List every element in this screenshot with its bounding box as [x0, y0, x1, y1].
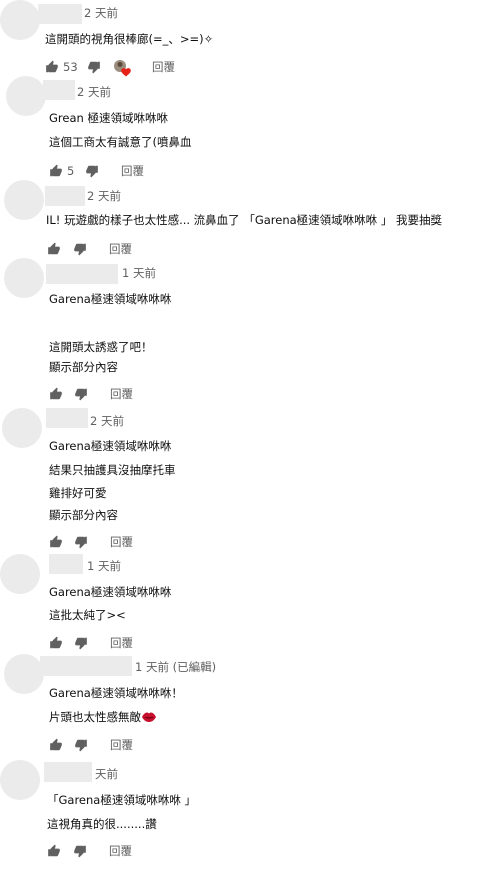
avatar[interactable]: [6, 76, 46, 116]
comment-text: 這開頭太誘惑了吧！: [49, 340, 153, 354]
comment-text: 這開頭的視角很棒廊(=_、>=)✧: [45, 32, 214, 46]
comment-time[interactable]: 2 天前: [77, 84, 111, 100]
comment-text: 結果只抽護具沒抽摩托車: [49, 463, 176, 477]
avatar[interactable]: [0, 0, 40, 40]
thumb-up-icon[interactable]: [45, 60, 59, 74]
comment-text: Garena極速領域咻咻咻！: [49, 686, 183, 700]
comment-actions: 回覆: [47, 842, 247, 862]
thumb-up-icon[interactable]: [47, 844, 61, 858]
comment-actions: 回覆: [49, 385, 249, 405]
thumb-down-icon[interactable]: [74, 636, 88, 650]
comment-time[interactable]: 天前: [95, 766, 118, 782]
thumb-up-icon[interactable]: [49, 164, 63, 178]
comment-text: 這個工商太有誠意了(噴鼻血: [49, 135, 192, 149]
reply-button[interactable]: 回覆: [110, 635, 133, 651]
comment-actions: 回覆: [47, 240, 247, 260]
reply-button[interactable]: 回覆: [109, 241, 132, 257]
thumb-up-icon[interactable]: [49, 387, 63, 401]
comment-actions: 53 回覆: [45, 58, 245, 78]
comment-thread: 2 天前 Grean 極速領域咻咻咻 這個工商太有誠意了(噴鼻血 5 回覆: [0, 76, 478, 180]
thumb-down-icon[interactable]: [74, 535, 88, 549]
comment-thread: 1 天前 Garena極速領域咻咻咻 這批太純了>< 回覆: [0, 554, 478, 654]
comment-actions: 回覆: [49, 533, 249, 553]
comment-text: 片頭也太性感無敵: [49, 709, 157, 725]
thumb-down-icon[interactable]: [73, 844, 87, 858]
avatar[interactable]: [0, 760, 40, 800]
author-name[interactable]: [46, 408, 88, 428]
comment-thread: 1 天前 Garena極速領域咻咻咻 這開頭太誘惑了吧！ 顯示部分內容 回覆: [0, 258, 478, 408]
thumb-down-icon[interactable]: [73, 242, 87, 256]
reply-button[interactable]: 回覆: [152, 59, 175, 75]
comment-thread: 天前 「Garena極速領域咻咻咻 」 這視角真的很........讚 回覆: [0, 760, 478, 874]
comment-text: 「Garena極速領域咻咻咻 」: [47, 793, 196, 807]
comment-text: Grean 極速領域咻咻咻: [49, 111, 168, 125]
thumb-up-icon[interactable]: [47, 242, 61, 256]
comment-actions: 5 回覆: [49, 162, 249, 182]
author-name[interactable]: [44, 762, 92, 782]
comment-time[interactable]: 2 天前: [87, 188, 121, 204]
reply-button[interactable]: 回覆: [121, 163, 144, 179]
author-name[interactable]: [40, 656, 132, 676]
comment-time[interactable]: 1 天前 (已編輯): [135, 659, 216, 675]
comment-text: Garena極速領域咻咻咻: [49, 292, 172, 306]
comment-text-segment: 片頭也太性感無敵: [49, 710, 141, 724]
comment-time[interactable]: 2 天前: [84, 5, 118, 21]
avatar[interactable]: [4, 180, 44, 220]
comment-time[interactable]: 2 天前: [90, 413, 124, 429]
avatar[interactable]: [4, 654, 44, 694]
author-name[interactable]: [38, 4, 82, 24]
show-more-link[interactable]: 顯示部分內容: [49, 359, 118, 375]
author-name[interactable]: [46, 264, 118, 284]
thumb-down-icon[interactable]: [74, 387, 88, 401]
comment-time[interactable]: 1 天前: [87, 558, 121, 574]
avatar[interactable]: [2, 408, 42, 448]
comment-text: 雞排好可愛: [49, 486, 107, 500]
thumb-down-icon[interactable]: [74, 738, 88, 752]
thumb-down-icon[interactable]: [85, 164, 99, 178]
comment-thread: 2 天前 這開頭的視角很棒廊(=_、>=)✧ 53 回覆: [0, 0, 478, 80]
comment-text: Garena極速領域咻咻咻: [49, 585, 172, 599]
author-name[interactable]: [45, 186, 85, 206]
show-more-link[interactable]: 顯示部分內容: [49, 507, 118, 523]
thumb-up-icon[interactable]: [49, 738, 63, 752]
comment-time[interactable]: 1 天前: [122, 265, 156, 281]
comment-text: 這批太純了><: [49, 608, 126, 622]
like-count: 53: [63, 60, 78, 74]
comment-text: 這視角真的很........讚: [47, 817, 157, 831]
reply-button[interactable]: 回覆: [110, 386, 133, 402]
thumb-down-icon[interactable]: [87, 60, 101, 74]
comment-actions: 回覆: [49, 736, 249, 756]
reply-button[interactable]: 回覆: [110, 534, 133, 550]
comment-text: IL! 玩遊戲的樣子也太性感... 流鼻血了 「Garena極速領域咻咻咻 」 …: [46, 213, 442, 227]
avatar[interactable]: [4, 258, 44, 298]
thumb-up-icon[interactable]: [49, 535, 63, 549]
comment-thread: 1 天前 (已編輯) Garena極速領域咻咻咻！ 片頭也太性感無敵 回覆: [0, 654, 478, 758]
comment-thread: 2 天前 IL! 玩遊戲的樣子也太性感... 流鼻血了 「Garena極速領域咻…: [0, 180, 478, 260]
comment-text: Garena極速領域咻咻咻: [49, 439, 172, 453]
creator-heart-icon: [114, 60, 131, 77]
lips-emoji: [142, 712, 156, 722]
comment-actions: 回覆: [49, 634, 249, 654]
reply-button[interactable]: 回覆: [110, 737, 133, 753]
like-count: 5: [67, 164, 75, 178]
author-name[interactable]: [49, 554, 83, 574]
author-name[interactable]: [43, 80, 75, 100]
reply-button[interactable]: 回覆: [109, 843, 132, 859]
comment-thread: 2 天前 Garena極速領域咻咻咻 結果只抽護具沒抽摩托車 雞排好可愛 顯示部…: [0, 408, 478, 554]
thumb-up-icon[interactable]: [49, 636, 63, 650]
avatar[interactable]: [0, 554, 40, 594]
